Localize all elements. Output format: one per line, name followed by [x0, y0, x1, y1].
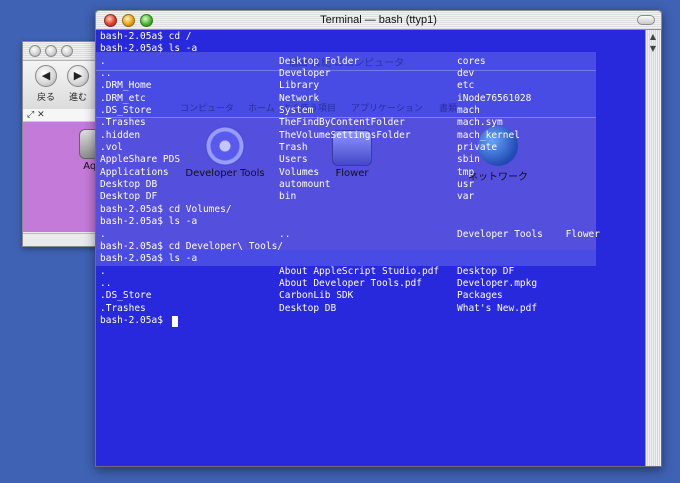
terminal-text-col-2: Volumes [279, 166, 320, 178]
terminal-text-col-1: . [100, 55, 106, 67]
edit-pencil-icon[interactable]: ✕ [37, 110, 45, 120]
terminal-text-col-1: . [100, 228, 106, 240]
terminal-text-col-1: Applications [100, 166, 169, 178]
back-arrow-icon: ◀ [35, 65, 57, 87]
terminal-text-col-1: .DS_Store [100, 290, 152, 302]
terminal-text-col-2: Desktop Folder [279, 55, 360, 67]
terminal-text-col-2: TheFindByContentFolder [279, 117, 405, 129]
terminal-text-col-1: .hidden [100, 129, 141, 141]
forward-label: 進む [68, 93, 87, 103]
terminal-text-col-1: Desktop DF [100, 191, 158, 203]
terminal-text-col-1: bash-2.05a$ ls -a [100, 216, 198, 228]
overlay-item-label: ネットワーク [468, 172, 528, 183]
forward-button[interactable]: ▶ 進む [63, 65, 93, 103]
terminal-text-col-2: automount [279, 179, 331, 191]
terminal-text-col-3: sbin [457, 154, 480, 166]
terminal-text-col-3: etc [457, 80, 475, 92]
terminal-text-col-2: CarbonLib SDK [279, 290, 354, 302]
terminal-text-col-1: .. [100, 68, 112, 80]
terminal-text-col-1: bash-2.05a$ ls -a [100, 253, 198, 265]
terminal-text-col-3: dev [457, 68, 475, 80]
terminal-text-col-1: .. [100, 277, 112, 289]
terminal-text-col-2: System [279, 105, 314, 117]
terminal-titlebar[interactable]: Terminal — bash (ttyp1) [95, 10, 662, 30]
terminal-text-col-1: .vol [100, 142, 123, 154]
terminal-text-col-1: .Trashes [100, 302, 146, 314]
terminal-window[interactable]: Terminal — bash (ttyp1) 福田 真紀 のコンピュータ コン… [95, 10, 662, 467]
terminal-text-col-3: Developer Tools Flower [457, 228, 600, 240]
terminal-text-col-3: Packages [457, 290, 503, 302]
terminal-text-col-2: About AppleScript Studio.pdf [279, 265, 440, 277]
terminal-text-col-1: bash-2.05a$ [100, 314, 163, 326]
overlay-item-developer-tools: Developer Tools [180, 126, 270, 179]
close-icon[interactable] [29, 45, 41, 57]
forward-arrow-icon: ▶ [67, 65, 89, 87]
terminal-text-col-3: cores [457, 55, 486, 67]
terminal-text-col-1: bash-2.05a$ cd Volumes/ [100, 203, 232, 215]
terminal-text-col-3: Desktop DF [457, 265, 515, 277]
terminal-text-col-3: usr [457, 179, 475, 191]
overlay-toolbar-applications: アプリケーション [351, 104, 423, 114]
terminal-text-col-3: iNode76561028 [457, 92, 532, 104]
terminal-text-col-3: mach [457, 105, 480, 117]
overlay-item-label: Flower [335, 168, 369, 179]
back-label: 戻る [36, 93, 55, 103]
terminal-text-col-3: mach_kernel [457, 129, 520, 141]
terminal-text-col-2: Developer [279, 68, 331, 80]
minimize-icon[interactable] [45, 45, 57, 57]
terminal-text-col-3: var [457, 191, 475, 203]
terminal-text-col-2: bin [279, 191, 297, 203]
overlay-toolbar-home: ホーム [248, 104, 275, 114]
terminal-content[interactable]: 福田 真紀 のコンピュータ コンピュータ ホーム よく使う項目 アプリケーション… [95, 30, 662, 467]
terminal-text-col-2: Trash [279, 142, 308, 154]
terminal-text-col-2: Users [279, 154, 308, 166]
terminal-text-col-2: Network [279, 92, 320, 104]
vertical-scrollbar[interactable]: ▲ ▼ [645, 30, 661, 466]
cd-icon [205, 126, 245, 166]
terminal-text-col-1: .DRM_Home [100, 80, 152, 92]
resize-arrows-icon[interactable]: ⤢ [27, 110, 34, 120]
terminal-text-col-1: bash-2.05a$ cd Developer\ Tools/ [100, 240, 284, 252]
terminal-text-col-2: About Developer Tools.pdf [279, 277, 422, 289]
terminal-text-col-2: Library [279, 80, 320, 92]
window-title: Terminal — bash (ttyp1) [320, 14, 437, 26]
terminal-text-col-1: bash-2.05a$ ls -a [100, 43, 198, 55]
terminal-text-col-1: bash-2.05a$ cd / [100, 31, 192, 42]
terminal-text-col-3: mach.sym [457, 117, 503, 129]
scroll-up-arrow-icon[interactable]: ▲ [648, 32, 658, 42]
terminal-text-col-1: AppleShare PDS [100, 154, 181, 166]
overlay-item-label: Developer Tools [185, 168, 265, 179]
terminal-text-col-1: . [100, 265, 106, 277]
overlay-toolbar-computer: コンピュータ [180, 104, 235, 114]
zoom-icon[interactable] [61, 45, 73, 57]
terminal-text-col-2: Desktop DB [279, 302, 337, 314]
terminal-text-col-1: Desktop DB [100, 179, 158, 191]
terminal-text-col-1: .DRM_etc [100, 92, 146, 104]
terminal-text-col-2: TheVolumeSettingsFolder [279, 129, 411, 141]
terminal-text-col-3: tmp [457, 166, 475, 178]
terminal-text-col-3: Developer.mpkg [457, 277, 538, 289]
terminal-text-col-3: private [457, 142, 498, 154]
scroll-down-arrow-icon[interactable]: ▼ [648, 44, 658, 54]
terminal-text-col-1: .DS_Store [100, 105, 152, 117]
back-button[interactable]: ◀ 戻る [31, 65, 61, 103]
terminal-text-col-2: .. [279, 228, 291, 240]
text-cursor [172, 315, 178, 327]
terminal-text-col-1: .Trashes [100, 117, 146, 129]
terminal-text-col-3: What's New.pdf [457, 302, 538, 314]
toolbar-toggle-button[interactable] [637, 15, 655, 25]
overlay-toolbar-documents: 書類 [439, 104, 458, 114]
